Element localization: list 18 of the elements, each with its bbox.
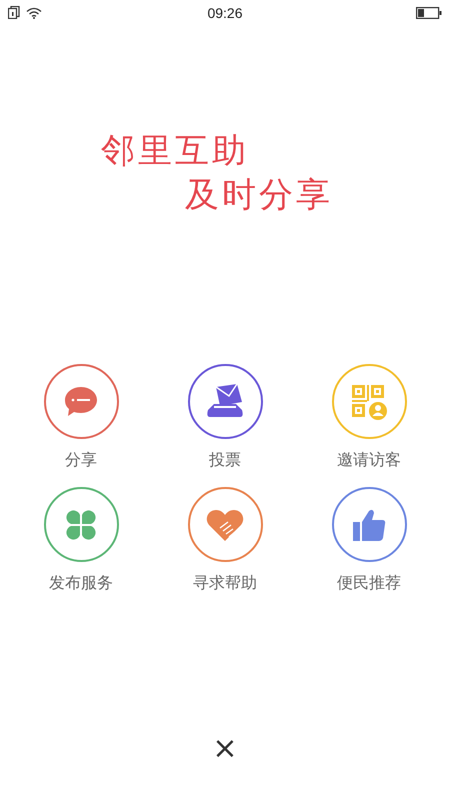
clover-icon xyxy=(65,508,97,540)
clock-time: 09:26 xyxy=(207,4,243,20)
slogan-text: 及时分享 xyxy=(185,174,333,217)
action-label: 邀请访客 xyxy=(337,449,401,471)
close-button[interactable]: × xyxy=(208,734,242,764)
action-label: 寻求帮助 xyxy=(193,572,257,594)
chat-bubble-icon xyxy=(64,386,98,418)
qr-code-icon xyxy=(351,384,387,420)
heart-hands-icon xyxy=(206,508,244,542)
thumbs-up-icon xyxy=(352,508,386,542)
action-label: 发布服务 xyxy=(49,572,113,594)
battery-icon xyxy=(416,6,442,18)
sim-card-icon xyxy=(8,6,20,19)
slogan-text: 邻里互助 xyxy=(101,130,249,173)
wifi-icon xyxy=(26,6,42,18)
action-label: 分享 xyxy=(65,449,97,471)
action-label: 投票 xyxy=(209,449,241,471)
action-label: 便民推荐 xyxy=(337,572,401,594)
